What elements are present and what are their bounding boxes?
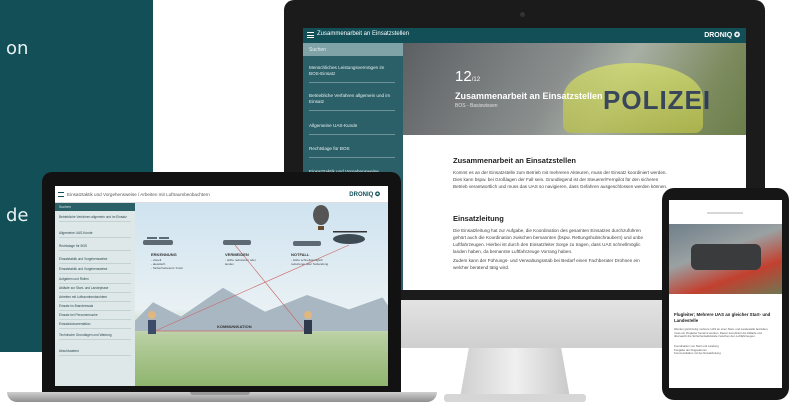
person-icon bbox=[148, 311, 156, 334]
app-topbar: Zusammenarbeit an Einsatzstellen DRONIQ … bbox=[303, 28, 746, 43]
sidebar-subitem[interactable]: Einsatztaktik und Vorgehensweise bbox=[59, 267, 131, 274]
imac-stand bbox=[460, 348, 570, 398]
drone-icon bbox=[143, 237, 173, 245]
label-vermeiden-detail: - Höhe reduzieren oder landen bbox=[225, 258, 256, 266]
drone-icon bbox=[293, 241, 321, 246]
imac-base bbox=[444, 394, 586, 402]
window-title: Zusammenarbeit an Einsatzstellen bbox=[317, 31, 410, 37]
sidebar: Suchen Betriebliche Verfahren allgemein … bbox=[55, 203, 135, 386]
hero-image bbox=[669, 224, 782, 294]
drone-icon bbox=[691, 244, 761, 270]
person-icon bbox=[304, 311, 312, 334]
sidebar-subitem[interactable]: Einsatz im Brandeinsatz bbox=[59, 304, 131, 311]
helicopter-icon bbox=[333, 231, 367, 244]
label-notfall: NOTFALL bbox=[291, 252, 310, 257]
label-vermeiden: VERMEIDEN bbox=[225, 252, 249, 257]
laptop-screen: Einsatztaktik und Vorgehensweise / Arbei… bbox=[55, 186, 388, 386]
label-erkennung-detail: - visuell - akustisch - Sicherheitsrand … bbox=[151, 258, 183, 270]
balloon-icon bbox=[313, 205, 329, 230]
label-notfall-detail: - Höhe schnellstmöglich reduzieren oder … bbox=[291, 258, 329, 266]
bullet-list: Koordination von Start und Landung Freig… bbox=[674, 344, 778, 356]
app-topbar: Einsatztaktik und Vorgehensweise / Arbei… bbox=[55, 186, 388, 203]
hamburger-icon[interactable] bbox=[58, 192, 64, 197]
hamburger-icon[interactable] bbox=[307, 32, 314, 38]
illustration-drawing bbox=[143, 205, 367, 334]
sidebar-subitem[interactable]: Einsatz bei Personensuche bbox=[59, 313, 131, 320]
brand-logo: DRONIQ ✪ bbox=[704, 32, 740, 39]
laptop-notch bbox=[190, 392, 250, 395]
section-text: Kommt es an der Einsatzstelle zum Betrie… bbox=[453, 170, 668, 189]
label-kommunikation: KOMMUNIKATION bbox=[217, 324, 252, 329]
camera-icon bbox=[520, 12, 525, 17]
chapter-title: Zusammenarbeit an Einsatzstellen bbox=[455, 91, 603, 101]
section-title: Zusammenarbeit an Einsatzstellen bbox=[453, 156, 576, 165]
sidebar-item[interactable]: Betriebliche Verfahren allgemein und im … bbox=[59, 215, 131, 222]
brand-logo: DRONIQ ✪ bbox=[349, 192, 380, 198]
hero-image: POLIZEI 12/12 Zusammenarbeit an Einsatzs… bbox=[403, 43, 746, 135]
sidebar-item[interactable]: Abschlusstest bbox=[59, 349, 131, 356]
bullet-item: Kommunikation mit der Einsatzleitung bbox=[674, 351, 721, 356]
drone-icon bbox=[223, 240, 251, 245]
article-text: Werden gleichzeitig mehrere UAS an einer… bbox=[674, 327, 769, 339]
sidebar-item[interactable]: Rechtslage für BOS bbox=[309, 146, 395, 158]
sidebar-subitem[interactable]: Abläufe zur Start- und Landephase bbox=[59, 286, 131, 293]
breadcrumb: Einsatztaktik und Vorgehensweise / Arbei… bbox=[67, 192, 210, 197]
sidebar-subitem[interactable]: Einsatzdokumentation bbox=[59, 322, 131, 329]
illustration: ERKENNUNG - visuell - akustisch - Sicher… bbox=[135, 203, 388, 386]
photo-text: POLIZEI bbox=[603, 85, 712, 115]
sidebar-item[interactable]: Menschliches Leistungsvermögen im BOS-Ei… bbox=[309, 65, 395, 83]
search-input[interactable]: Suchen bbox=[55, 203, 135, 211]
section-title: Einsatzleitung bbox=[453, 214, 504, 223]
sidebar-item[interactable]: Einsatztaktik und Vorgehensweise bbox=[59, 257, 131, 264]
sidebar-item[interactable]: Rechtslage für BOS bbox=[59, 244, 131, 251]
panel-text-top: on bbox=[6, 38, 29, 59]
panel-text-bottom: de bbox=[6, 205, 29, 226]
sidebar-subitem-active[interactable]: Arbeiten mit Luftraumbeobachtern bbox=[59, 295, 131, 302]
article-title: Flugleiter; Mehrere UAS an gleicher Star… bbox=[674, 312, 771, 323]
chapter-subtitle: BOS - Basiswissen bbox=[455, 103, 498, 109]
sidebar-item[interactable]: Technische Grundlagen und Wartung bbox=[59, 333, 131, 340]
sidebar-item[interactable]: Allgemeine UAS-Kunde bbox=[59, 231, 131, 238]
search-input[interactable]: Suchen bbox=[303, 43, 403, 56]
status-bar bbox=[707, 212, 743, 214]
sidebar-subitem[interactable]: Aufgaben und Rollen bbox=[59, 277, 131, 284]
chapter-number: 12/12 bbox=[455, 68, 481, 85]
sidebar-item[interactable]: Betriebliche Verfahren allgemein und im … bbox=[309, 93, 395, 111]
sidebar-item[interactable]: Allgemeine UAS-Kunde bbox=[309, 123, 395, 135]
label-erkennung: ERKENNUNG bbox=[151, 252, 177, 257]
phone-screen: Flugleiter; Mehrere UAS an gleicher Star… bbox=[669, 200, 782, 388]
